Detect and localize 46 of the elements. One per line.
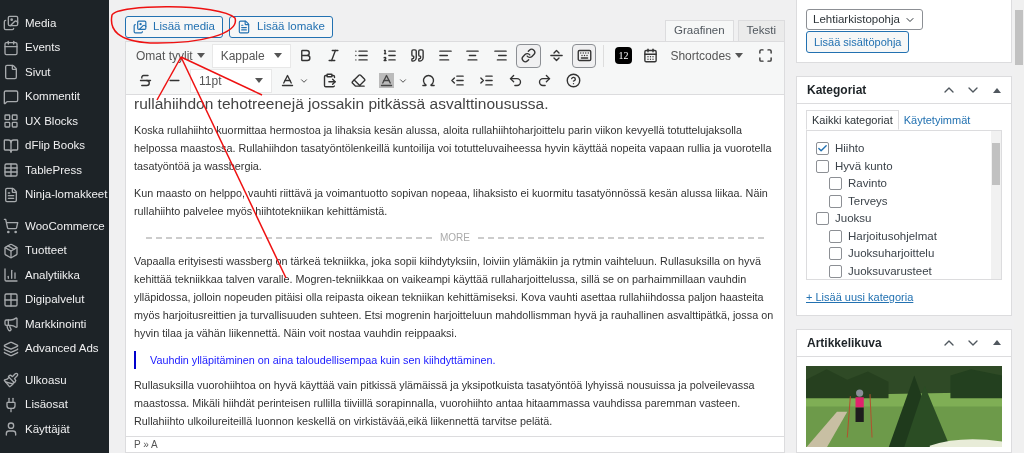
sidebar-item[interactable]: Ulkoasu — [0, 368, 109, 393]
blockquote: Vauhdin ylläpitäminen on aina taloudellisempaa kuin sen kiihdyttäminen. — [134, 351, 776, 369]
editor-tab[interactable]: Graafinen — [665, 20, 734, 42]
sidebar-item[interactable]: Lisäosat — [0, 392, 109, 417]
paragraph: Kun maasto on helppo, vauhti riittävä ja voimantuotto sopivan nopeaa, lihaksisto ei kuormitu tasatyönnössä kesän alussa liikaa. Näin rullahiihto palvelee myös hiihtotekniikan kehittämistä. — [134, 186, 769, 219]
category-label: Harjoitusohjelmat — [848, 228, 937, 244]
category-label: Ravinto — [848, 176, 887, 192]
box-title: Artikkelikuva — [807, 334, 882, 352]
select-field[interactable]: 11pt — [190, 68, 272, 93]
category-label: Juoksu — [835, 211, 872, 227]
sidebar-item[interactable]: Tuotteet — [0, 238, 109, 263]
sidebar-item[interactable]: Analytiikka — [0, 263, 109, 288]
add-template-button[interactable]: Lisää sisältöpohja — [806, 31, 910, 53]
category-label: Juoksuharjoittelu — [848, 246, 935, 262]
add-form-button[interactable]: Lisää lomake — [229, 16, 333, 38]
category-label: Hiihto — [835, 141, 865, 157]
category-tab[interactable]: Kaikki kategoriat — [806, 110, 899, 130]
sidebar-item[interactable]: Events — [0, 35, 109, 60]
sidebar-item[interactable]: Media — [0, 11, 109, 36]
sidebar-item[interactable]: Käyttäjät — [0, 417, 109, 442]
sidebar-item[interactable]: dFlip Books — [0, 133, 109, 158]
sidebar-item[interactable]: Digipalvelut — [0, 287, 109, 312]
editor-tab[interactable]: Teksti — [737, 20, 785, 42]
add-media-button[interactable]: Lisää media — [125, 16, 223, 38]
select-field[interactable]: Kappale — [211, 43, 291, 68]
category-label: Terveys — [848, 193, 888, 209]
sidebar-item[interactable]: UX Blocks — [0, 109, 109, 134]
sidebar-item[interactable]: WooCommerce — [0, 214, 109, 239]
category-label: Hyvä kunto — [835, 158, 893, 174]
sidebar-item[interactable]: Kommentit — [0, 84, 109, 109]
sidebar-item[interactable]: Advanced Ads — [0, 336, 109, 361]
category-label: Juoksuvarusteet — [848, 263, 932, 279]
element-path: P » A — [134, 438, 158, 452]
sidebar-item[interactable]: Ninja-lomakkeet — [0, 182, 109, 207]
dropdown-button[interactable]: Omat tyylit — [132, 42, 209, 69]
sidebar-item[interactable]: Sivut — [0, 60, 109, 85]
number-badge[interactable]: 12 — [615, 47, 632, 64]
template-select[interactable]: Lehtiarkistopohja — [806, 9, 923, 30]
dropdown-button[interactable]: Shortcodes — [666, 42, 748, 69]
category-tab[interactable]: Käytetyimmät — [898, 110, 976, 130]
sidebar-item[interactable]: Markkinointi — [0, 312, 109, 337]
box-title: Kategoriat — [807, 82, 867, 99]
sidebar-item[interactable]: TablePress — [0, 158, 109, 183]
add-category-link[interactable]: + Lisää uusi kategoria — [806, 289, 1002, 306]
paragraph: Rullasuksilla vuorohiihtoa on hyvä käyttää vain pitkissä ylämäissä ja yksipotkuista tasatyöntöä lyhyissä nousuissa ja polveilevassa maastossa. Mikäli hiihdät perinteisen rullilla tiiviillä sorapinnalla, vuorohiihto antaa hitaammassa vauhdissa paremman vasteen. Rullahiihto ulkoilureiteillä luonnon keskellä on virkistävää,eikä liikennettä tarvitse pelätä. — [134, 378, 756, 429]
more-separator: MORE — [440, 231, 470, 245]
